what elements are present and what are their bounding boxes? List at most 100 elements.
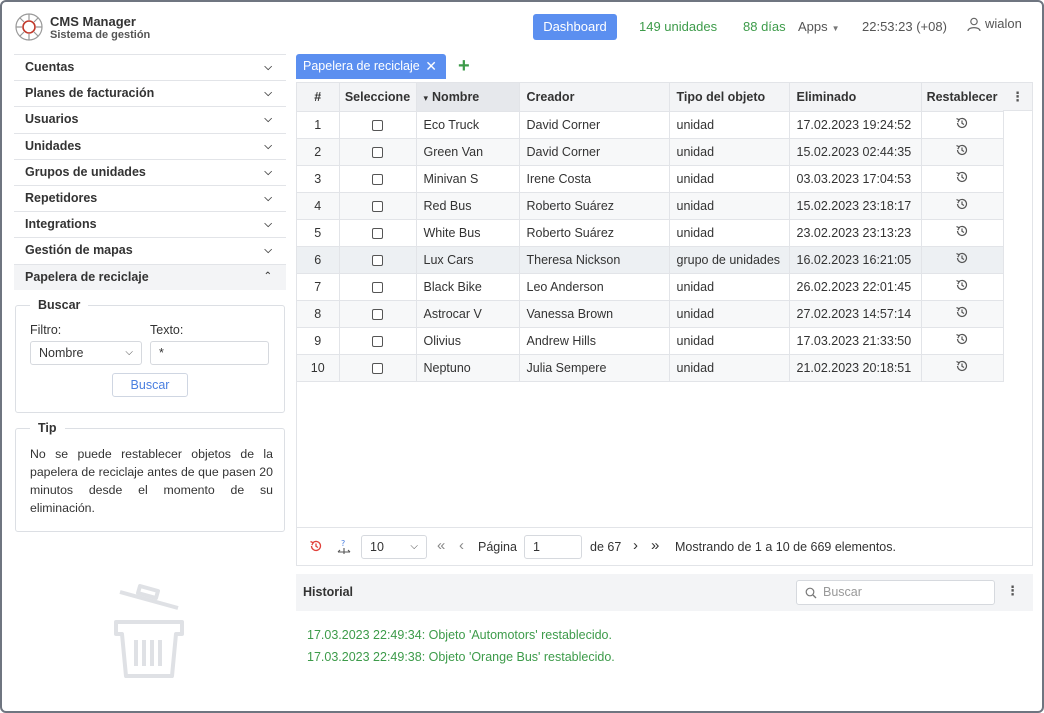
row-deleted: 17.03.2023 21:33:50 [789,327,922,355]
page-label: Página [478,540,517,554]
column-header-restore: Restablecer [921,83,1004,112]
sidebar-item-repetidores[interactable]: Repetidores ⌵ [14,184,286,211]
row-restore-cell [921,327,1004,355]
restore-icon[interactable] [955,359,969,376]
sidebar-item-mapas[interactable]: Gestión de mapas ⌵ [14,237,286,263]
sidebar-item-planes[interactable]: Planes de facturación ⌵ [14,80,286,106]
close-icon[interactable]: ✕ [425,54,437,79]
apps-menu[interactable]: Apps ▼ [798,19,840,34]
next-page-icon[interactable]: › [633,537,638,554]
history-search-input[interactable]: Buscar [796,580,995,605]
row-number: 9 [297,327,340,355]
restore-icon[interactable] [955,332,969,349]
row-checkbox[interactable] [372,119,383,131]
tab-papelera[interactable]: Papelera de reciclaje ✕ [296,54,446,79]
row-number: 2 [297,138,340,166]
row-deleted: 26.02.2023 22:01:45 [789,273,922,301]
row-checkbox[interactable] [372,254,383,266]
add-tab-button[interactable]: + [458,54,470,78]
sort-desc-icon: ▾ [423,92,429,103]
row-checkbox[interactable] [372,227,383,239]
first-page-icon[interactable]: « [437,537,445,554]
table-row[interactable]: 4 Red Bus Roberto Suárez unidad 15.02.2023 2… [297,192,1004,220]
column-header-deleted[interactable]: Eliminado [789,83,922,112]
row-checkbox[interactable] [372,281,383,293]
sidebar-item-grupos[interactable]: Grupos de unidades ⌵ [14,158,286,185]
row-creator: Vanessa Brown [519,300,670,328]
row-checkbox[interactable] [372,308,383,320]
chevron-down-icon: ⌵ [264,140,272,152]
page-size-value: 10 [370,540,384,554]
sidebar-item-unidades[interactable]: Unidades ⌵ [14,132,286,159]
row-checkbox[interactable] [372,362,383,374]
table-row[interactable]: 5 White Bus Roberto Suárez unidad 23.02.2023… [297,219,1004,247]
recycle-bin-table: # Seleccione ▾ Nombre Creador Tipo del ob… [297,83,1004,382]
user-menu[interactable]: wialon [967,16,1022,32]
restore-icon[interactable] [955,197,969,214]
restore-selected-icon[interactable] [309,539,323,553]
recycle-bin-table-panel: # Seleccione ▾ Nombre Creador Tipo del ob… [296,82,1033,566]
table-row[interactable]: 2 Green Van David Corner unidad 15.02.2023 0… [297,138,1004,166]
row-restore-cell [921,246,1004,274]
row-select-cell [339,246,417,274]
restore-icon[interactable] [955,116,969,133]
sidebar-item-papelera[interactable]: Papelera de reciclaje ⌃ [14,263,286,290]
page-size-select[interactable]: 10 ⌵ [361,535,427,559]
row-checkbox[interactable] [372,200,383,212]
row-deleted: 15.02.2023 23:18:17 [789,192,922,220]
row-creator: Irene Costa [519,165,670,193]
page-number-input[interactable]: 1 [524,535,582,559]
row-number: 5 [297,219,340,247]
row-checkbox[interactable] [372,173,383,185]
column-header-creator[interactable]: Creador [519,83,670,112]
table-row[interactable]: 9 Olivius Andrew Hills unidad 17.03.2023 21:… [297,327,1004,355]
row-number: 3 [297,165,340,193]
table-row[interactable]: 6 Lux Cars Theresa Nickson grupo de unidade… [297,246,1004,274]
restore-icon[interactable] [955,278,969,295]
days-remaining[interactable]: 88 días [743,19,786,34]
search-button[interactable]: Buscar [112,373,188,397]
sidebar-item-cuentas[interactable]: Cuentas ⌵ [14,54,286,80]
table-row[interactable]: 1 Eco Truck David Corner unidad 17.02.2023 1… [297,111,1004,139]
table-row[interactable]: 10 Neptuno Julia Sempere unidad 21.02.2023 2… [297,354,1004,382]
filter-select[interactable]: Nombre ⌵ [30,341,142,365]
table-row[interactable]: 3 Minivan S Irene Costa unidad 03.03.2023 17… [297,165,1004,193]
history-title: Historial [303,585,354,599]
row-checkbox[interactable] [372,335,383,347]
restore-icon[interactable] [955,143,969,160]
sidebar-item-label: Gestión de mapas [25,243,133,258]
units-count[interactable]: 149 unidades [639,19,717,34]
columns-menu-kebab-icon[interactable]: ⋮ [1003,83,1032,111]
recycle-bin-icon [114,584,184,678]
row-type: unidad [669,273,790,301]
sidebar-item-usuarios[interactable]: Usuarios ⌵ [14,106,286,132]
search-panel: Buscar Filtro: Texto: Nombre ⌵ * Buscar [15,298,285,413]
cms-logo-icon [15,13,43,41]
prev-page-icon[interactable]: ‹ [459,537,464,554]
column-header-name[interactable]: ▾ Nombre [416,83,520,112]
restore-icon[interactable] [955,305,969,322]
restore-icon[interactable] [955,170,969,187]
row-name: Eco Truck [416,111,520,139]
server-time: 22:53:23 (+08) [862,19,947,34]
restore-icon[interactable] [955,251,969,268]
history-menu-kebab-icon[interactable]: ⋮ [1006,583,1019,599]
column-header-type[interactable]: Tipo del objeto [669,83,790,112]
chevron-down-icon: ⌵ [264,245,272,257]
row-select-cell [339,300,417,328]
last-page-icon[interactable]: » [651,537,659,554]
row-restore-cell [921,138,1004,166]
pagination-summary: Mostrando de 1 a 10 de 669 elementos. [675,540,896,554]
row-deleted: 17.02.2023 19:24:52 [789,111,922,139]
text-search-input[interactable]: * [150,341,269,365]
row-name: Black Bike [416,273,520,301]
row-name: Lux Cars [416,246,520,274]
table-row[interactable]: 8 Astrocar V Vanessa Brown unidad 27.02.2023… [297,300,1004,328]
table-row[interactable]: 7 Black Bike Leo Anderson unidad 26.02.2023 … [297,273,1004,301]
row-checkbox[interactable] [372,146,383,158]
restore-icon[interactable] [955,224,969,241]
sidebar-item-integrations[interactable]: Integrations ⌵ [14,211,286,237]
row-type: unidad [669,300,790,328]
sort-options-icon[interactable]: ? [336,539,352,555]
dashboard-button[interactable]: Dashboard [533,14,617,40]
